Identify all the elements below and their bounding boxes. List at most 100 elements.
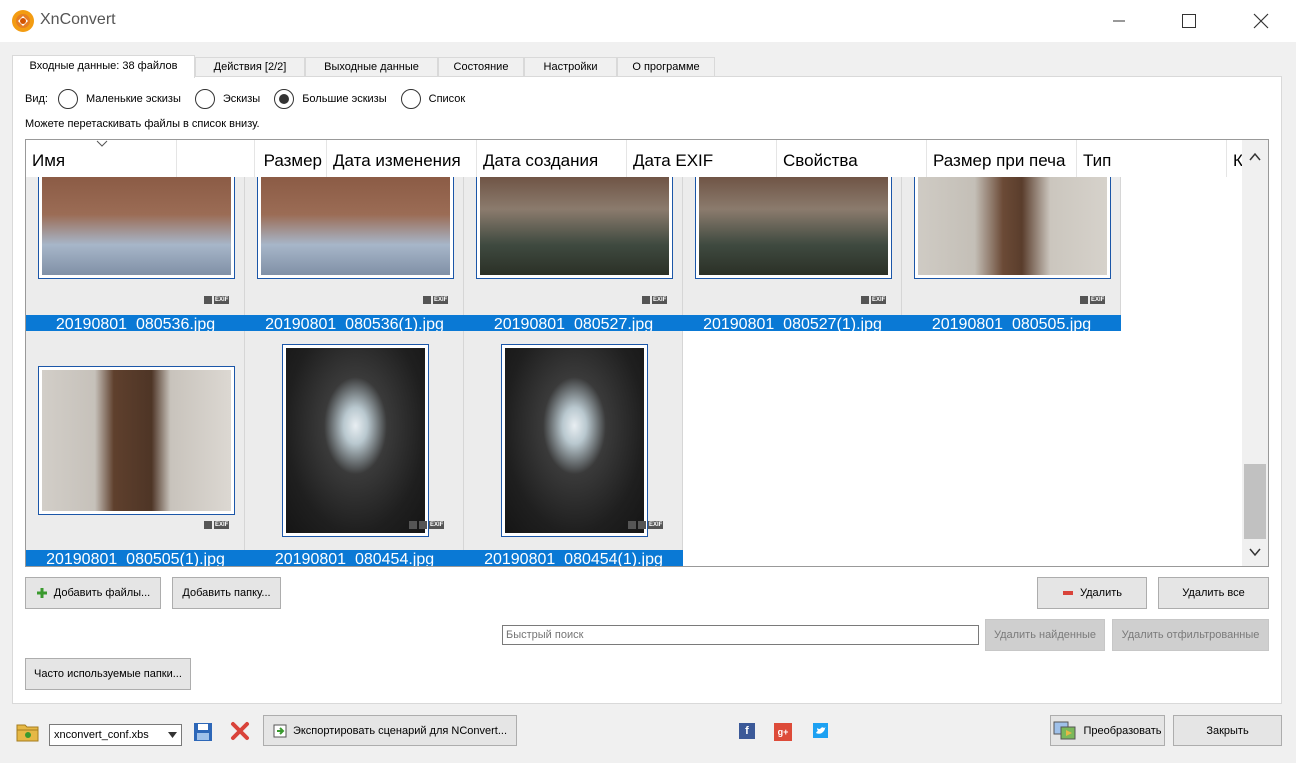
radio-large-thumbs[interactable]: [274, 89, 295, 109]
frequent-folders-label: Часто используемые папки...: [34, 668, 182, 680]
delete-icon[interactable]: [230, 721, 250, 741]
tab-actions[interactable]: Действия [2/2]: [195, 57, 305, 78]
photo-thumbnail: [282, 344, 429, 537]
convert-button[interactable]: Преобразовать: [1050, 715, 1165, 746]
export-nconvert-button[interactable]: Экспортировать сценарий для NConvert...: [263, 715, 517, 746]
view-selector: Вид: Маленькие эскизы Эскизы Большие эск…: [25, 89, 465, 109]
save-icon[interactable]: [193, 722, 213, 742]
close-icon: [1253, 13, 1269, 29]
file-badges: EXIF: [1080, 296, 1106, 304]
photo-thumbnail: [38, 366, 235, 515]
tab-status-label: Состояние: [453, 61, 509, 73]
tab-settings[interactable]: Настройки: [524, 57, 617, 78]
add-folder-button[interactable]: Добавить папку...: [172, 577, 281, 609]
tab-output-label: Выходные данные: [324, 61, 419, 73]
remove-all-button[interactable]: Удалить все: [1158, 577, 1269, 609]
remove-label: Удалить: [1080, 587, 1122, 599]
twitter-icon[interactable]: [813, 723, 828, 738]
list-item[interactable]: EXIF 20190801_080536(1).jpg: [245, 177, 464, 331]
scrollbar-thumb[interactable]: [1244, 464, 1266, 539]
convert-images-icon: [1053, 721, 1076, 739]
exif-badge: EXIF: [429, 521, 445, 529]
photo-thumbnail: [257, 177, 454, 279]
list-item[interactable]: EXIF 20190801_080527(1).jpg: [683, 177, 902, 331]
remove-filtered-label: Удалить отфильтрованные: [1121, 629, 1260, 641]
rotate-icon: [419, 521, 427, 529]
radio-small-thumbs-label[interactable]: Маленькие эскизы: [86, 93, 181, 105]
list-item[interactable]: EXIF 20190801_080536.jpg: [26, 177, 245, 331]
remove-all-label: Удалить все: [1182, 587, 1245, 599]
col-modified[interactable]: Дата изменения: [327, 140, 477, 177]
list-item[interactable]: EXIF 20190801_080505.jpg: [902, 177, 1121, 331]
exif-badge: EXIF: [214, 521, 230, 529]
tab-status[interactable]: Состояние: [438, 57, 524, 78]
exif-badge: EXIF: [1090, 296, 1106, 304]
scroll-down-icon[interactable]: [1248, 545, 1262, 559]
page-icon: [423, 296, 431, 304]
file-badges: EXIF: [204, 521, 230, 529]
col-type[interactable]: Тип: [1077, 140, 1227, 177]
radio-list[interactable]: [400, 89, 421, 109]
radio-large-thumbs-label[interactable]: Большие эскизы: [302, 93, 386, 105]
vertical-scrollbar[interactable]: [1242, 140, 1268, 566]
tab-settings-label: Настройки: [543, 61, 598, 73]
file-list[interactable]: Имя Размер Дата изменения Дата создания …: [25, 139, 1269, 567]
close-app-button[interactable]: Закрыть: [1173, 715, 1282, 746]
export-script-icon: [273, 724, 287, 737]
tab-about[interactable]: О программе: [617, 57, 715, 78]
col-created[interactable]: Дата создания: [477, 140, 627, 177]
remove-found-label: Удалить найденные: [993, 629, 1097, 641]
radio-small-thumbs[interactable]: [57, 89, 78, 109]
col-size[interactable]: Размер: [255, 140, 327, 177]
minimize-button[interactable]: [1096, 0, 1142, 42]
radio-thumbs-label[interactable]: Эскизы: [223, 93, 260, 105]
col-exif-date[interactable]: Дата EXIF: [627, 140, 777, 177]
remove-button[interactable]: Удалить: [1037, 577, 1147, 609]
file-badges: EXIF: [423, 296, 449, 304]
maximize-button[interactable]: [1166, 0, 1212, 42]
tab-output[interactable]: Выходные данные: [305, 57, 438, 78]
file-badges: EXIF: [642, 296, 668, 304]
title-bar: XnConvert: [0, 0, 1296, 42]
xnconvert-logo-icon: [12, 10, 34, 32]
file-name: 20190801_080527.jpg: [464, 315, 683, 331]
file-name: 20190801_080505(1).jpg: [26, 550, 245, 566]
photo-thumbnail: [695, 177, 892, 279]
preset-value: xnconvert_conf.xbs: [54, 729, 149, 741]
rotate-icon: [638, 521, 646, 529]
list-item[interactable]: EXIF 20190801_080505(1).jpg: [26, 331, 245, 566]
col-properties[interactable]: Свойства: [777, 140, 927, 177]
facebook-icon[interactable]: f: [739, 723, 755, 739]
col-empty[interactable]: [177, 140, 255, 177]
file-name: 20190801_080505.jpg: [902, 315, 1121, 331]
col-name[interactable]: Имя: [26, 140, 177, 177]
list-item[interactable]: EXIF 20190801_080454.jpg: [245, 331, 464, 566]
remove-filtered-button[interactable]: Удалить отфильтрованные: [1112, 619, 1269, 651]
close-app-label: Закрыть: [1206, 724, 1249, 737]
col-print-size[interactable]: Размер при печа: [927, 140, 1077, 177]
file-name: 20190801_080454(1).jpg: [464, 550, 683, 566]
remove-found-button[interactable]: Удалить найденные: [985, 619, 1105, 651]
col-k[interactable]: К: [1227, 140, 1242, 177]
file-name: 20190801_080454.jpg: [245, 550, 464, 566]
file-name: 20190801_080527(1).jpg: [683, 315, 902, 331]
googleplus-icon[interactable]: g+: [774, 723, 792, 741]
exif-badge: EXIF: [648, 521, 664, 529]
close-button[interactable]: [1238, 0, 1284, 42]
open-folder-icon[interactable]: [16, 721, 40, 743]
list-item[interactable]: EXIF 20190801_080454(1).jpg: [464, 331, 683, 566]
list-item[interactable]: EXIF 20190801_080527.jpg: [464, 177, 683, 331]
tab-input[interactable]: Входные данные: 38 файлов: [12, 55, 195, 78]
radio-list-label[interactable]: Список: [429, 93, 466, 105]
photo-thumbnail: [914, 177, 1111, 279]
bottom-toolbar: xnconvert_conf.xbs Экспортировать сценар…: [0, 704, 1296, 763]
exif-badge: EXIF: [871, 296, 887, 304]
radio-thumbs[interactable]: [194, 89, 215, 109]
add-files-button[interactable]: Добавить файлы...: [25, 577, 161, 609]
scroll-up-icon[interactable]: [1248, 150, 1262, 164]
thumbnail-grid: EXIF 20190801_080536.jpg EXIF 20190801_0…: [26, 177, 1242, 566]
frequent-folders-button[interactable]: Часто используемые папки...: [25, 658, 191, 690]
quick-search-input[interactable]: [502, 625, 979, 645]
add-files-label: Добавить файлы...: [53, 587, 151, 599]
preset-select[interactable]: xnconvert_conf.xbs: [49, 724, 182, 746]
